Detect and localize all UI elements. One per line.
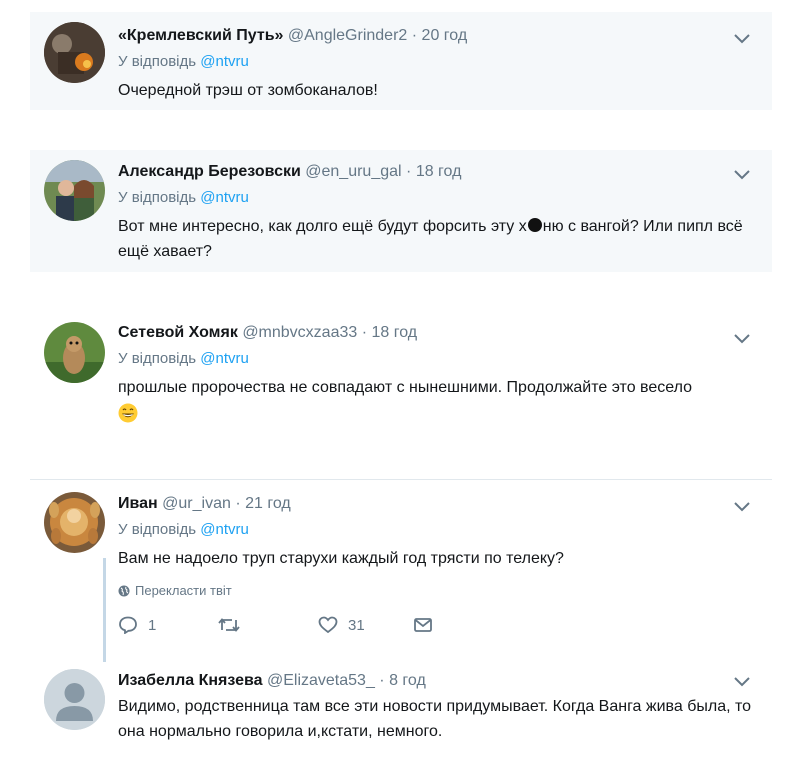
translate-tweet-link[interactable]: Перекласти твіт (118, 583, 756, 598)
author-handle[interactable]: @AngleGrinder2 (288, 27, 407, 44)
reply-prefix: У відповідь (118, 53, 197, 70)
reply-prefix: У відповідь (118, 350, 197, 367)
globe-icon (118, 585, 130, 596)
tweet-text-body: прошлые пророчества не совпадают с нынеш… (118, 379, 693, 396)
tweet-actions: 1 31 (118, 616, 756, 634)
tweet-time[interactable]: 21 год (245, 495, 291, 512)
tweet-2[interactable]: Александр Березовски @en_uru_gal · 18 го… (30, 150, 772, 272)
grin-emoji-icon (118, 403, 138, 423)
tweet-5[interactable]: Изабелла Князева @Elizaveta53_ · 8 год В… (30, 660, 772, 761)
reply-context: У відповідь @ntvru (118, 520, 756, 540)
author-name[interactable]: Сетевой Хомяк (118, 324, 238, 341)
avatar-tweet-2[interactable] (44, 160, 105, 221)
reply-mention-link[interactable]: @ntvru (200, 350, 249, 367)
tweet-text: Вам не надоело труп старухи каждый год т… (118, 550, 564, 567)
author-handle[interactable]: @mnbvcxzaa33 (242, 324, 357, 341)
like-count: 31 (348, 616, 365, 634)
message-icon (414, 618, 432, 632)
tweet-header: «Кремлевский Путь» @AngleGrinder2 · 20 г… (118, 25, 756, 47)
chevron-down-icon[interactable] (734, 677, 750, 687)
avatar-tweet-3[interactable] (44, 322, 105, 383)
author-handle[interactable]: @Elizaveta53_ (267, 672, 375, 689)
chevron-down-icon[interactable] (734, 170, 750, 180)
tweet-time[interactable]: 20 год (422, 27, 468, 44)
tweet-text: прошлые пророчества не совпадают с нынеш… (118, 375, 756, 425)
tweet-text: Очередной трэш от зомбоканалов! (118, 82, 378, 99)
reply-mention-link[interactable]: @ntvru (200, 189, 249, 206)
avatar-tweet-1[interactable] (44, 22, 105, 83)
tweet-text: Вот мне интересно, как долго ещё будут ф… (118, 214, 756, 264)
tweet-text-part-1: Вот мне интересно, как долго ещё будут ф… (118, 218, 527, 235)
separator-dot: · (361, 324, 368, 341)
reply-mention-link[interactable]: @ntvru (200, 521, 249, 538)
author-name[interactable]: Александр Березовски (118, 163, 301, 180)
separator-dot: · (235, 495, 241, 512)
like-icon (318, 616, 338, 634)
tweet-text: Видимо, родственница там все эти новости… (118, 698, 752, 740)
reply-context: У відповідь @ntvru (118, 349, 756, 369)
author-handle[interactable]: @en_uru_gal (305, 163, 401, 180)
reply-icon (119, 616, 137, 634)
separator-dot: · (379, 672, 385, 689)
tweet-time[interactable]: 8 год (389, 672, 426, 689)
author-name[interactable]: «Кремлевский Путь» (118, 27, 283, 44)
reply-prefix: У відповідь (118, 521, 197, 538)
separator-dot: · (411, 27, 418, 44)
reply-context: У відповідь @ntvru (118, 188, 756, 208)
reply-button[interactable]: 1 (118, 616, 218, 634)
tweet-time[interactable]: 18 год (372, 324, 418, 341)
chevron-down-icon[interactable] (734, 334, 750, 344)
reply-count: 1 (148, 616, 157, 634)
tweet-3[interactable]: Сетевой Хомяк @mnbvcxzaa33 · 18 год У ві… (30, 312, 772, 452)
separator-dot: · (406, 163, 412, 180)
author-handle[interactable]: @ur_ivan (162, 495, 231, 512)
like-button[interactable]: 31 (318, 616, 414, 634)
translate-label[interactable]: Перекласти твіт (135, 583, 232, 598)
thread-connector-line (103, 558, 106, 662)
chevron-down-icon[interactable] (734, 502, 750, 512)
tweet-header: Сетевой Хомяк @mnbvcxzaa33 · 18 год (118, 322, 756, 344)
tweet-1[interactable]: «Кремлевский Путь» @AngleGrinder2 · 20 г… (30, 12, 772, 110)
default-avatar-icon[interactable] (44, 669, 105, 730)
reply-prefix: У відповідь (118, 189, 197, 206)
retweet-button[interactable] (218, 616, 318, 634)
tweet-header: Александр Березовски @en_uru_gal · 18 го… (118, 161, 756, 183)
chevron-down-icon[interactable] (734, 34, 750, 44)
author-name[interactable]: Иван (118, 495, 158, 512)
tweet-time[interactable]: 18 год (416, 163, 462, 180)
retweet-icon (218, 618, 240, 632)
author-name[interactable]: Изабелла Князева (118, 672, 263, 689)
tweet-4[interactable]: Иван @ur_ivan · 21 год У відповідь @ntvr… (30, 480, 772, 662)
direct-message-button[interactable] (414, 618, 432, 632)
reply-mention-link[interactable]: @ntvru (200, 53, 249, 70)
tweet-header: Иван @ur_ivan · 21 год (118, 493, 756, 515)
avatar-tweet-4[interactable] (44, 492, 105, 553)
tweet-header: Изабелла Князева @Elizaveta53_ · 8 год (118, 670, 756, 692)
reply-context: У відповідь @ntvru (118, 52, 756, 72)
censor-blot-icon (527, 218, 542, 232)
